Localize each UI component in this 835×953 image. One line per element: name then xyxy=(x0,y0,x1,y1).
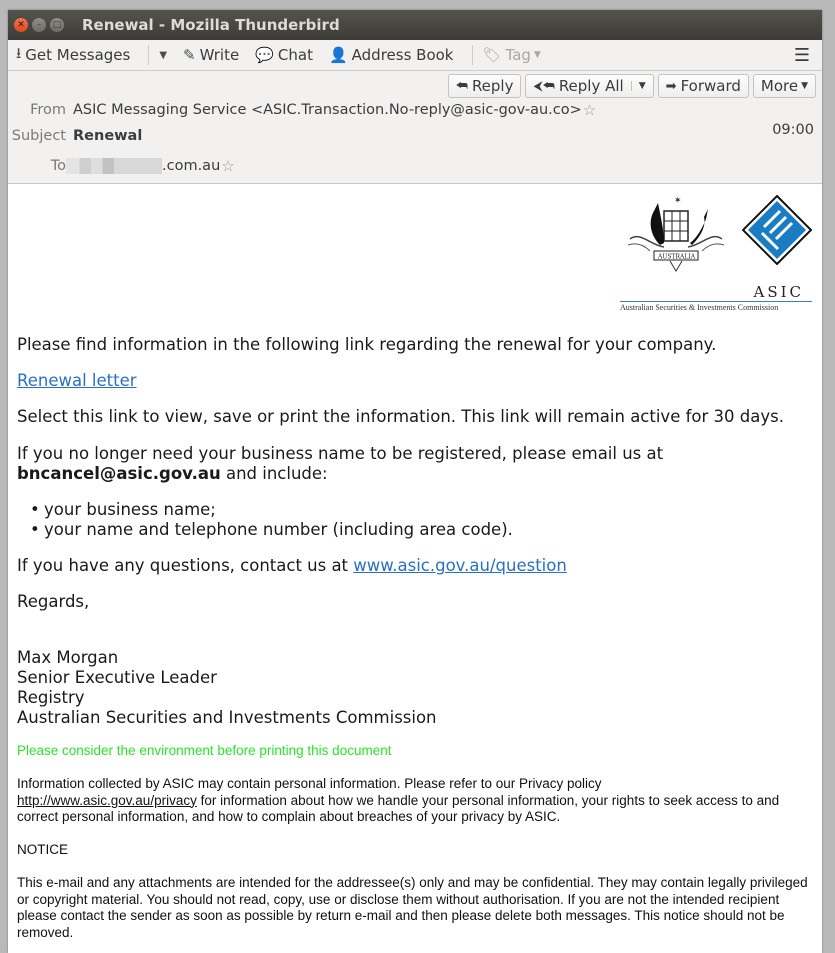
toolbar-separator xyxy=(471,45,473,65)
chat-bubble-icon: 💬 xyxy=(255,46,274,64)
app-menu-button[interactable]: ☰ xyxy=(794,45,810,66)
signature-title: Senior Executive Leader xyxy=(17,668,217,687)
list-item: your business name; xyxy=(30,500,513,520)
renewal-letter-link[interactable]: Renewal letter xyxy=(17,371,137,390)
chevron-down-icon: ▼ xyxy=(533,50,541,60)
more-label: More xyxy=(760,77,799,95)
subject-value: Renewal xyxy=(73,128,143,144)
thunderbird-window: ✕ – □ Renewal - Mozilla Thunderbird ⭳ Ge… xyxy=(8,10,822,953)
asic-full-name: Australian Securities & Investments Comm… xyxy=(620,303,779,312)
from-label: From xyxy=(30,102,66,118)
message-actions: ⮪ Reply ⮜⮪ Reply All ▼ ➡ Forward More ▼ xyxy=(444,74,816,98)
reply-label: Reply xyxy=(471,77,514,95)
questions-text: If you have any questions, contact us at xyxy=(17,556,354,575)
message-time: 09:00 xyxy=(772,122,814,138)
minimize-icon: – xyxy=(36,20,42,30)
regards-text: Regards, xyxy=(17,592,90,611)
get-messages-button[interactable]: ⭳ Get Messages xyxy=(16,43,130,68)
window-title: Renewal - Mozilla Thunderbird xyxy=(82,16,340,34)
notice-heading: NOTICE xyxy=(17,842,69,857)
from-row: From ASIC Messaging Service <ASIC.Transa… xyxy=(8,101,596,119)
asic-logo: ✶ AUSTRALIA ASIC Australian Securities &… xyxy=(620,191,812,312)
reply-all-label: Reply All xyxy=(558,77,624,95)
write-label: Write xyxy=(199,46,240,64)
tag-button[interactable]: 🏷 Tag ▼ xyxy=(483,46,541,64)
privacy-text-1: Information collected by ASIC may contai… xyxy=(17,776,602,791)
subject-label: Subject xyxy=(11,128,66,144)
from-value[interactable]: ASIC Messaging Service <ASIC.Transaction… xyxy=(73,102,582,118)
cancel-paragraph: If you no longer need your business name… xyxy=(17,444,663,484)
message-body: ✶ AUSTRALIA ASIC Australian Securities &… xyxy=(8,183,822,953)
hamburger-icon: ☰ xyxy=(793,45,810,66)
close-icon: ✕ xyxy=(17,20,25,30)
chat-button[interactable]: 💬 Chat xyxy=(255,46,313,64)
and-include-text: and include: xyxy=(220,464,328,483)
get-messages-dropdown[interactable]: ▼ xyxy=(159,50,167,61)
star-icon[interactable]: ☆ xyxy=(583,101,596,119)
privacy-link[interactable]: http://www.asic.gov.au/privacy xyxy=(17,793,197,808)
list-item: your name and telephone number (includin… xyxy=(30,520,513,540)
message-header: ⮪ Reply ⮜⮪ Reply All ▼ ➡ Forward More ▼ … xyxy=(8,71,822,184)
reply-all-dropdown[interactable]: ▼ xyxy=(630,81,646,91)
write-button[interactable]: ✎ Write xyxy=(183,46,239,64)
signature-block: Max Morgan Senior Executive Leader Regis… xyxy=(17,648,437,728)
reply-button[interactable]: ⮪ Reply xyxy=(447,74,522,98)
cancel-text: If you no longer need your business name… xyxy=(17,444,664,463)
asic-diamond-icon xyxy=(742,195,812,265)
toolbar-separator xyxy=(148,45,150,65)
pencil-icon: ✎ xyxy=(183,46,196,64)
subject-row: Subject Renewal xyxy=(8,128,143,144)
intro-paragraph: Please find information in the following… xyxy=(17,335,717,354)
person-icon: 👤 xyxy=(328,46,348,64)
forward-arrow-icon: ➡ xyxy=(665,78,677,94)
tag-icon: 🏷 xyxy=(482,46,502,64)
to-value[interactable]: .com.au xyxy=(162,158,220,174)
forward-label: Forward xyxy=(680,77,741,95)
svg-text:AUSTRALIA: AUSTRALIA xyxy=(657,254,696,261)
renewal-link-paragraph: Renewal letter xyxy=(17,371,137,391)
address-book-button[interactable]: 👤 Address Book xyxy=(329,46,454,64)
forward-button[interactable]: ➡ Forward xyxy=(657,74,749,98)
environment-note: Please consider the environment before p… xyxy=(17,743,392,758)
include-list: your business name; your name and teleph… xyxy=(30,500,513,540)
close-window-button[interactable]: ✕ xyxy=(14,18,28,32)
redacted-recipient xyxy=(66,158,162,174)
reply-all-button[interactable]: ⮜⮪ Reply All ▼ xyxy=(525,74,654,98)
signature-organisation: Australian Securities and Investments Co… xyxy=(17,708,437,727)
cancel-email: bncancel@asic.gov.au xyxy=(17,464,221,483)
svg-text:✶: ✶ xyxy=(674,196,682,206)
notice-paragraph: This e-mail and any attachments are inte… xyxy=(17,875,808,940)
questions-paragraph: If you have any questions, contact us at… xyxy=(17,556,567,576)
minimize-window-button[interactable]: – xyxy=(32,18,46,32)
download-icon: ⭳ xyxy=(16,43,22,62)
question-link[interactable]: www.asic.gov.au/question xyxy=(353,556,567,575)
reply-icon: ⮪ xyxy=(455,78,468,94)
to-label: To xyxy=(50,158,66,174)
title-bar: ✕ – □ Renewal - Mozilla Thunderbird xyxy=(8,10,822,40)
reply-all-icon: ⮜⮪ xyxy=(533,78,555,94)
to-row: To .com.au ☆ xyxy=(8,157,235,175)
signature-name: Max Morgan xyxy=(17,648,119,667)
asic-wordmark: ASIC xyxy=(753,283,804,301)
main-toolbar: ⭳ Get Messages ▼ ✎ Write 💬 Chat 👤 Addres… xyxy=(8,40,822,71)
privacy-paragraph: Information collected by ASIC may contai… xyxy=(17,776,808,826)
address-book-label: Address Book xyxy=(351,46,454,64)
get-messages-label: Get Messages xyxy=(25,46,131,64)
maximize-icon: □ xyxy=(52,20,62,30)
logo-divider xyxy=(620,301,812,302)
chat-label: Chat xyxy=(277,46,313,64)
select-link-paragraph: Select this link to view, save or print … xyxy=(17,407,784,426)
coat-of-arms-icon: ✶ AUSTRALIA xyxy=(627,196,725,272)
maximize-window-button[interactable]: □ xyxy=(50,18,64,32)
tag-label: Tag xyxy=(505,46,531,64)
signature-department: Registry xyxy=(17,688,85,707)
chevron-down-icon: ▼ xyxy=(801,81,808,91)
more-button[interactable]: More ▼ xyxy=(752,74,816,98)
star-icon[interactable]: ☆ xyxy=(221,157,234,175)
